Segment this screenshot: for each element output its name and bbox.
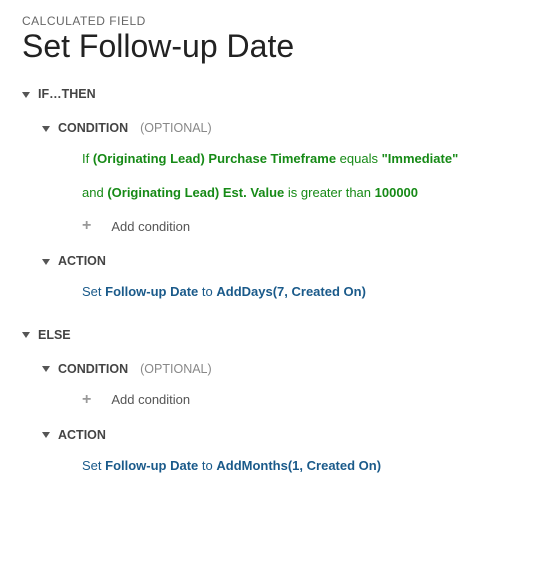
action-label: ACTION bbox=[58, 428, 106, 442]
condition-conjunction: and bbox=[82, 185, 107, 200]
condition-row-2[interactable]: and (Originating Lead) Est. Value is gre… bbox=[82, 183, 511, 203]
condition-field: (Originating Lead) Purchase Timeframe bbox=[93, 151, 336, 166]
add-condition-label: Add condition bbox=[111, 219, 190, 234]
breadcrumb: CALCULATED FIELD bbox=[22, 14, 511, 28]
chevron-down-icon bbox=[42, 259, 50, 265]
action-function: AddDays(7, Created On) bbox=[216, 284, 366, 299]
optional-label: (OPTIONAL) bbox=[140, 121, 212, 135]
action-field: Follow-up Date bbox=[105, 458, 198, 473]
condition-value: 100000 bbox=[375, 185, 418, 200]
condition-operator: is greater than bbox=[284, 185, 374, 200]
if-then-label: IF…THEN bbox=[38, 87, 96, 101]
if-action-row[interactable]: Set Follow-up Date to AddDays(7, Created… bbox=[82, 282, 511, 302]
action-label: ACTION bbox=[58, 254, 106, 268]
action-function: AddMonths(1, Created On) bbox=[216, 458, 381, 473]
chevron-down-icon bbox=[42, 432, 50, 438]
chevron-down-icon bbox=[22, 92, 30, 98]
if-then-header[interactable]: IF…THEN bbox=[22, 87, 511, 101]
add-condition-label: Add condition bbox=[111, 392, 190, 407]
plus-icon: + bbox=[82, 218, 91, 234]
else-label: ELSE bbox=[38, 328, 71, 342]
action-mid: to bbox=[198, 458, 216, 473]
chevron-down-icon bbox=[22, 332, 30, 338]
chevron-down-icon bbox=[42, 126, 50, 132]
if-action-header[interactable]: ACTION bbox=[42, 254, 511, 268]
condition-field: (Originating Lead) Est. Value bbox=[107, 185, 284, 200]
action-prefix: Set bbox=[82, 284, 105, 299]
condition-label: CONDITION bbox=[58, 121, 128, 135]
condition-value: "Immediate" bbox=[382, 151, 459, 166]
else-action-header[interactable]: ACTION bbox=[42, 428, 511, 442]
condition-prefix: If bbox=[82, 151, 93, 166]
condition-label: CONDITION bbox=[58, 362, 128, 376]
else-condition-header[interactable]: CONDITION (OPTIONAL) bbox=[42, 362, 511, 376]
condition-operator: equals bbox=[336, 151, 382, 166]
action-field: Follow-up Date bbox=[105, 284, 198, 299]
condition-row-1[interactable]: If (Originating Lead) Purchase Timeframe… bbox=[82, 149, 511, 169]
plus-icon: + bbox=[82, 392, 91, 408]
page-title: Set Follow-up Date bbox=[22, 28, 511, 65]
chevron-down-icon bbox=[42, 366, 50, 372]
if-condition-header[interactable]: CONDITION (OPTIONAL) bbox=[42, 121, 511, 135]
action-mid: to bbox=[198, 284, 216, 299]
else-header[interactable]: ELSE bbox=[22, 328, 511, 342]
add-condition-row-if[interactable]: + Add condition bbox=[82, 218, 511, 234]
action-prefix: Set bbox=[82, 458, 105, 473]
else-action-row[interactable]: Set Follow-up Date to AddMonths(1, Creat… bbox=[82, 456, 511, 476]
optional-label: (OPTIONAL) bbox=[140, 362, 212, 376]
add-condition-row-else[interactable]: + Add condition bbox=[82, 392, 511, 408]
